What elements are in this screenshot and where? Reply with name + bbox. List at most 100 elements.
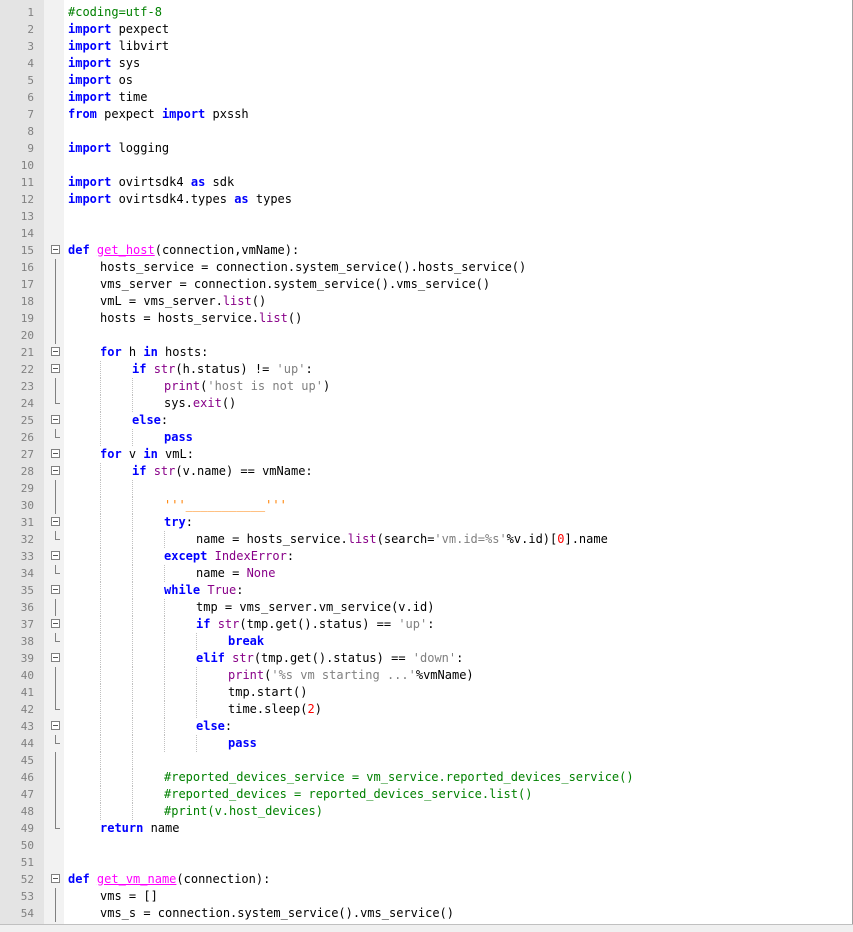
code-token: get_vm_name xyxy=(96,872,177,886)
fold-toggle-icon[interactable] xyxy=(51,619,60,628)
code-line[interactable]: 11 import ovirtsdk4 as sdk xyxy=(21,174,852,191)
line-number: 9 xyxy=(27,142,34,155)
code-line[interactable]: 8 xyxy=(27,123,852,140)
code-line[interactable]: 53 vms = [] xyxy=(21,888,852,905)
code-line[interactable]: 42 time.sleep(2) xyxy=(21,701,852,718)
code-area[interactable]: 1 #coding=utf-8 2 import pexpect 3 import lib… xyxy=(21,4,852,922)
fold-toggle-icon[interactable] xyxy=(51,347,60,356)
code-line[interactable]: 12 import ovirtsdk4.types as types xyxy=(21,191,852,208)
fold-guide xyxy=(55,786,56,803)
indent-guide xyxy=(132,633,133,650)
fold-toggle-icon[interactable] xyxy=(51,721,60,730)
code-line[interactable]: 7 from pexpect import pxssh xyxy=(27,106,852,123)
code-line[interactable]: 18 vmL = vms_server.list() xyxy=(21,293,852,310)
code-token: logging xyxy=(118,141,170,155)
code-line[interactable]: 15 def get_host(connection,vmName): xyxy=(21,242,852,259)
code-line[interactable]: 49 return name xyxy=(21,820,852,837)
code-line[interactable]: 27 for v in vmL: xyxy=(21,446,852,463)
code-line[interactable]: 40 print('%s vm starting ...'%vmName) xyxy=(21,667,852,684)
fold-toggle-icon[interactable] xyxy=(51,245,60,254)
code-line[interactable]: 48 #print(v.host_devices) xyxy=(21,803,852,820)
indent-guide xyxy=(196,667,197,684)
code-token: 2 xyxy=(307,702,315,716)
code-line[interactable]: 20 xyxy=(21,327,852,344)
fold-toggle-icon[interactable] xyxy=(51,653,60,662)
code-line[interactable]: 14 xyxy=(21,225,852,242)
code-line[interactable]: 50 xyxy=(21,837,852,854)
code-line[interactable]: 3 import libvirt xyxy=(27,38,852,55)
code-line[interactable]: 24 sys.exit() xyxy=(21,395,852,412)
line-number: 20 xyxy=(20,329,34,342)
code-line[interactable]: 9 import logging xyxy=(27,140,852,157)
code-line[interactable]: 35 while True: xyxy=(21,582,852,599)
indent-guide xyxy=(132,565,133,582)
code-line[interactable]: 28 if str(v.name) == vmName: xyxy=(21,463,852,480)
code-line[interactable]: 10 xyxy=(21,157,852,174)
code-line[interactable]: 51 xyxy=(21,854,852,871)
code-line[interactable]: 23 print('host is not up') xyxy=(21,378,852,395)
fold-toggle-icon[interactable] xyxy=(51,466,60,475)
fold-toggle-icon[interactable] xyxy=(51,449,60,458)
code-line[interactable]: 16 hosts_service = connection.system_serv… xyxy=(21,259,852,276)
code-text: import ovirtsdk4.types as types xyxy=(68,191,292,208)
code-line[interactable]: 54 vms_s = connection.system_service().vm… xyxy=(21,905,852,922)
code-line[interactable]: 38 break xyxy=(21,633,852,650)
code-line[interactable]: 29 xyxy=(21,480,852,497)
fold-toggle-icon[interactable] xyxy=(51,517,60,526)
code-line[interactable]: 31 try: xyxy=(21,514,852,531)
code-token: libvirt xyxy=(118,39,170,53)
code-line[interactable]: 46 #reported_devices_service = vm_service… xyxy=(21,769,852,786)
code-line[interactable]: 5 import os xyxy=(27,72,852,89)
code-text: import libvirt xyxy=(68,38,169,55)
fold-margin[interactable] xyxy=(44,0,64,924)
code-text: elif str(tmp.get().status) == 'down': xyxy=(196,650,463,667)
code-token: types xyxy=(248,192,292,206)
indent-guide xyxy=(100,412,101,429)
indent-guide xyxy=(100,650,101,667)
code-token: (v.name) == vmName: xyxy=(175,464,313,478)
code-line[interactable]: 2 import pexpect xyxy=(27,21,852,38)
code-token: IndexError xyxy=(214,549,287,563)
code-line[interactable]: 6 import time xyxy=(27,89,852,106)
fold-toggle-icon[interactable] xyxy=(51,551,60,560)
code-text: hosts = hosts_service.list() xyxy=(100,310,302,327)
fold-end-marker xyxy=(55,565,60,574)
code-line[interactable]: 52 def get_vm_name(connection): xyxy=(21,871,852,888)
fold-guide xyxy=(55,667,56,684)
code-line[interactable]: 45 xyxy=(21,752,852,769)
fold-toggle-icon[interactable] xyxy=(51,364,60,373)
code-line[interactable]: 44 pass xyxy=(21,735,852,752)
code-line[interactable]: 41 tmp.start() xyxy=(21,684,852,701)
code-line[interactable]: 30 '''___________''' xyxy=(21,497,852,514)
code-editor[interactable]: 1 #coding=utf-8 2 import pexpect 3 import lib… xyxy=(0,0,853,924)
code-line[interactable]: 19 hosts = hosts_service.list() xyxy=(21,310,852,327)
code-line[interactable]: 13 xyxy=(21,208,852,225)
fold-toggle-icon[interactable] xyxy=(51,415,60,424)
fold-toggle-icon[interactable] xyxy=(51,874,60,883)
code-line[interactable]: 43 else: xyxy=(21,718,852,735)
code-line[interactable]: 22 if str(h.status) != 'up': xyxy=(21,361,852,378)
fold-toggle-icon[interactable] xyxy=(51,585,60,594)
line-number: 38 xyxy=(20,635,34,648)
code-line[interactable]: 32 name = hosts_service.list(search='vm.i… xyxy=(21,531,852,548)
code-line[interactable]: 17 vms_server = connection.system_service… xyxy=(21,276,852,293)
indent-guide xyxy=(132,803,133,820)
code-line[interactable]: 34 name = None xyxy=(21,565,852,582)
line-number: 44 xyxy=(20,737,34,750)
code-line[interactable]: 25 else: xyxy=(21,412,852,429)
code-line[interactable]: 37 if str(tmp.get().status) == 'up': xyxy=(21,616,852,633)
code-line[interactable]: 47 #reported_devices = reported_devices_s… xyxy=(21,786,852,803)
code-line[interactable]: 1 #coding=utf-8 xyxy=(27,4,852,21)
code-line[interactable]: 4 import sys xyxy=(27,55,852,72)
code-token: pass xyxy=(164,430,193,444)
code-line[interactable]: 21 for h in hosts: xyxy=(21,344,852,361)
code-token: as xyxy=(190,175,206,189)
code-line[interactable]: 33 except IndexError: xyxy=(21,548,852,565)
line-number: 8 xyxy=(27,125,34,138)
code-line[interactable]: 36 tmp = vms_server.vm_service(v.id) xyxy=(21,599,852,616)
code-line[interactable]: 26 pass xyxy=(21,429,852,446)
code-text: print('host is not up') xyxy=(164,378,330,395)
code-line[interactable]: 39 elif str(tmp.get().status) == 'down': xyxy=(21,650,852,667)
